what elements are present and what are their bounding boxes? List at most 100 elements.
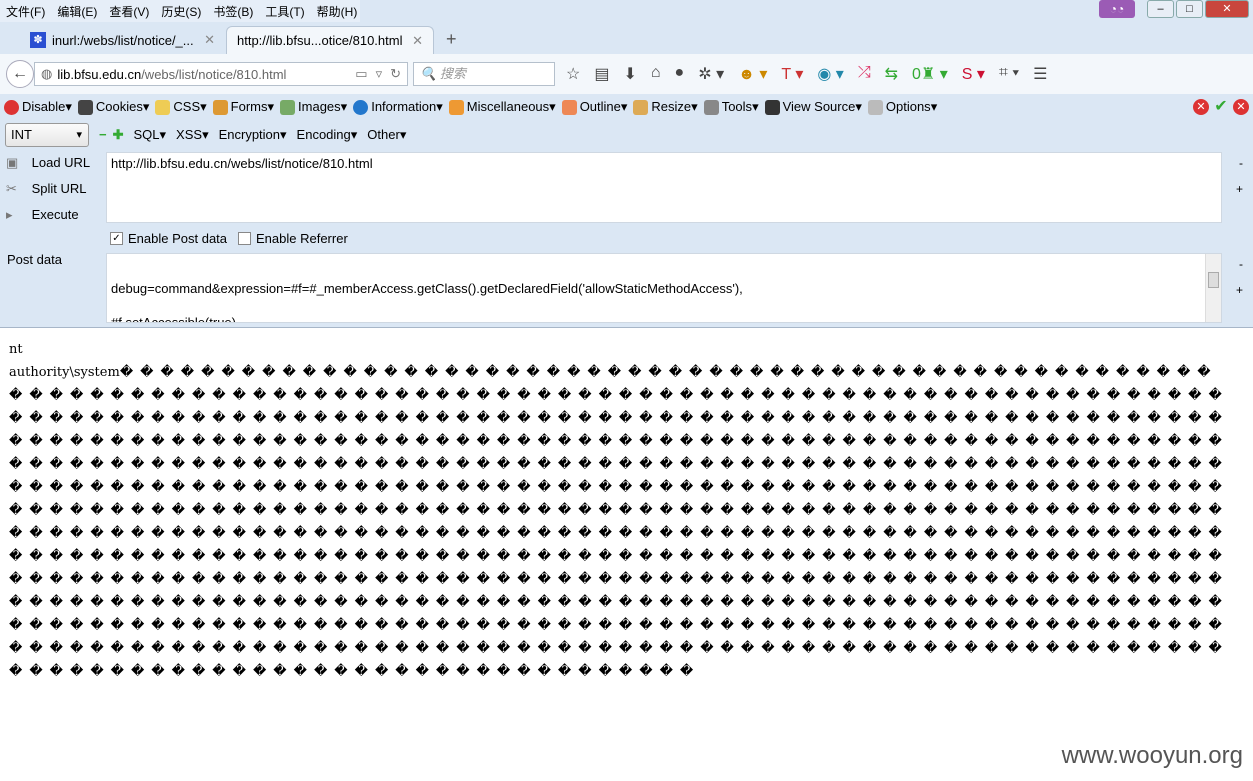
back-button[interactable]: ←	[6, 60, 34, 88]
forms-icon	[212, 100, 228, 116]
chat-icon[interactable]: ●	[675, 64, 685, 84]
tab-title: http://lib.bfsu...otice/810.html	[237, 33, 403, 48]
menu-view[interactable]: 查看(V)	[109, 3, 149, 20]
menu-options[interactable]: Options▾	[867, 99, 937, 116]
minus-icon[interactable]: −	[99, 127, 107, 142]
menu-history[interactable]: 历史(S)	[161, 3, 201, 20]
s-addon-icon[interactable]: S ▾	[962, 64, 985, 84]
menu-outline[interactable]: Outline▾	[561, 99, 627, 116]
crop-icon[interactable]: ⌗ ▾	[999, 64, 1019, 84]
execute-icon: ▸	[6, 207, 13, 222]
reload-icon[interactable]: ↻	[390, 66, 401, 82]
url-path: /webs/list/notice/810.html	[141, 66, 287, 82]
menu-css[interactable]: CSS▾	[155, 99, 207, 116]
enable-referrer-checkbox[interactable]: Enable Referrer	[238, 231, 348, 246]
bookmarks-list-icon[interactable]: ▤	[594, 64, 609, 84]
close-tab-icon[interactable]: ✕	[204, 32, 215, 48]
close-toolbar-icon[interactable]: ✕	[1233, 99, 1249, 115]
bookmark-star-icon[interactable]: ☆	[566, 64, 580, 84]
scissors-icon: ✂	[6, 181, 17, 196]
tools-icon	[703, 100, 719, 116]
options-icon	[867, 100, 883, 116]
search-input[interactable]: 🔍 搜索	[413, 62, 555, 86]
post-data-label: Post data	[7, 252, 62, 267]
menu-help[interactable]: 帮助(H)	[317, 3, 358, 20]
close-window-button[interactable]: ✕	[1205, 0, 1249, 18]
shrink-button[interactable]: -	[1239, 156, 1243, 170]
bug-icon[interactable]: ✲ ▾	[698, 64, 724, 84]
menu-resize[interactable]: Resize▾	[633, 99, 698, 116]
nav-bar: ← ◍ lib.bfsu.edu.cn/webs/list/notice/810…	[0, 54, 1253, 94]
text-t-icon[interactable]: T ▾	[781, 64, 803, 84]
url-textarea[interactable]: http://lib.bfsu.edu.cn/webs/list/notice/…	[106, 152, 1222, 223]
output-garbled-text: ����������������������������������������…	[9, 365, 1229, 679]
transfer-icon[interactable]: ⇆	[885, 64, 898, 84]
type-select[interactable]: INT	[5, 122, 89, 147]
error-icon[interactable]: ✕	[1193, 99, 1209, 115]
check-icon[interactable]: ✔	[1213, 99, 1229, 115]
menu-forms[interactable]: Forms▾	[212, 99, 274, 116]
checkbox-unchecked[interactable]	[238, 232, 251, 245]
shrink-post-button[interactable]: -	[1239, 257, 1243, 271]
outline-pencil-icon	[561, 100, 577, 116]
menu-tools[interactable]: 工具(T)	[265, 3, 304, 20]
tab-strip: ✽ inurl:/webs/list/notice/_... ✕ http://…	[0, 26, 1253, 54]
tab-title: inurl:/webs/list/notice/_...	[52, 32, 194, 48]
menu-information[interactable]: Information▾	[353, 99, 443, 116]
reader-view-icon[interactable]: ▭	[355, 66, 367, 82]
tab-search[interactable]: ✽ inurl:/webs/list/notice/_... ✕	[20, 26, 225, 54]
menu-bookmarks[interactable]: 书签(B)	[213, 3, 253, 20]
cookies-icon	[77, 100, 93, 116]
plus-icon[interactable]: ✚	[113, 127, 124, 143]
load-url-button[interactable]: ▣ Load URL	[6, 155, 90, 171]
menu-encryption[interactable]: Encryption▾	[219, 127, 287, 143]
dropdown-icon[interactable]: ▿	[376, 66, 383, 82]
view-source-icon	[764, 100, 780, 116]
graph-icon[interactable]: ⤮	[858, 64, 871, 84]
menu-view-source[interactable]: View Source▾	[764, 99, 862, 116]
menu-file[interactable]: 文件(F)	[6, 3, 45, 20]
address-bar[interactable]: ◍ lib.bfsu.edu.cn/webs/list/notice/810.h…	[34, 62, 408, 86]
earth-icon[interactable]: ◉ ▾	[817, 64, 843, 84]
miscellaneous-icon	[448, 100, 464, 116]
post-line: debug=command&expression=#f=#_memberAcce…	[111, 281, 743, 296]
menu-other[interactable]: Other▾	[367, 127, 406, 143]
new-tab-button[interactable]: +	[446, 29, 457, 50]
maximize-button[interactable]: □	[1176, 0, 1203, 18]
post-data-textarea[interactable]: debug=command&expression=#f=#_memberAcce…	[106, 253, 1222, 323]
addon-counter-icon[interactable]: 0♜ ▾	[912, 64, 948, 84]
disable-icon	[4, 100, 19, 116]
images-icon	[280, 100, 296, 116]
output-user: authority\system	[9, 365, 120, 380]
load-url-icon: ▣	[6, 155, 19, 170]
checkbox-checked[interactable]: ✓	[110, 232, 123, 245]
menu-miscellaneous[interactable]: Miscellaneous▾	[448, 99, 556, 116]
tab-active[interactable]: http://lib.bfsu...otice/810.html ✕	[226, 26, 434, 54]
minimize-button[interactable]: –	[1147, 0, 1174, 18]
home-icon[interactable]: ⌂	[651, 64, 661, 84]
scrollbar[interactable]	[1205, 254, 1221, 322]
hamburger-menu-icon[interactable]: ☰	[1033, 64, 1047, 84]
menu-cookies[interactable]: Cookies▾	[77, 99, 149, 116]
search-placeholder: 搜索	[439, 66, 466, 81]
output-line: nt	[9, 342, 23, 357]
execute-button[interactable]: ▸ Execute	[6, 207, 79, 223]
enable-post-checkbox[interactable]: ✓ Enable Post data	[110, 231, 227, 246]
split-url-button[interactable]: ✂ Split URL	[6, 181, 87, 197]
menu-xss[interactable]: XSS▾	[176, 127, 209, 143]
menu-encoding[interactable]: Encoding▾	[297, 127, 358, 143]
web-developer-toolbar: Disable▾ Cookies▾ CSS▾ Forms▾ Images▾ In…	[0, 94, 1253, 120]
close-tab-icon[interactable]: ✕	[412, 33, 423, 49]
download-icon[interactable]: ⬇	[623, 64, 636, 84]
menu-tools[interactable]: Tools▾	[703, 99, 759, 116]
post-line: #f.setAccessible(true),	[111, 315, 240, 323]
expand-post-button[interactable]: +	[1236, 283, 1243, 297]
globe-icon: ◍	[41, 66, 53, 81]
menu-edit[interactable]: 编辑(E)	[57, 3, 97, 20]
expand-button[interactable]: +	[1236, 182, 1243, 196]
menu-disable[interactable]: Disable▾	[4, 99, 72, 116]
greasemonkey-icon[interactable]: ☻ ▾	[738, 64, 767, 84]
menu-images[interactable]: Images▾	[280, 99, 347, 116]
css-wand-icon	[155, 100, 171, 116]
menu-sql[interactable]: SQL▾	[134, 127, 167, 143]
